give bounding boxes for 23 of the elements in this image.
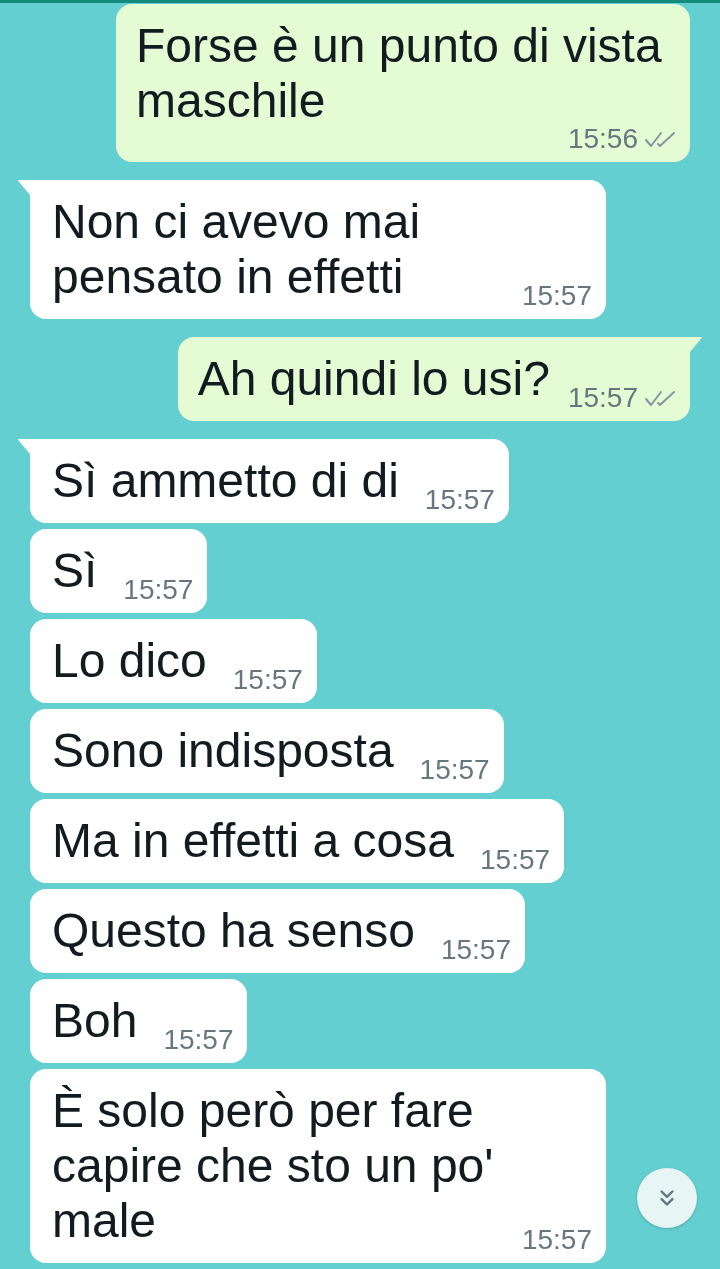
message-text: Forse è un punto di vista maschile bbox=[136, 19, 662, 127]
message-text: Questo ha senso bbox=[52, 904, 415, 957]
message-time: 15:57 bbox=[232, 669, 303, 691]
message-text: Lo dico bbox=[52, 634, 207, 687]
message-time: 15:56 bbox=[567, 128, 638, 150]
message-text: Sì ammetto di di bbox=[52, 454, 399, 507]
message-text: Non ci avevo mai pensato in effetti bbox=[52, 195, 421, 303]
message-time: 15:57 bbox=[123, 579, 194, 601]
message-text: Boh bbox=[52, 994, 138, 1047]
message-text: Sì bbox=[52, 544, 98, 597]
message-time: 15:57 bbox=[424, 489, 495, 511]
message-time: 15:57 bbox=[480, 849, 551, 871]
scroll-down-button[interactable] bbox=[637, 1168, 697, 1228]
message-text: Ah quindi lo usi? bbox=[197, 352, 550, 405]
message-text: È solo però per fare capire che sto un po' male bbox=[52, 1084, 494, 1247]
message-time: 15:57 bbox=[163, 1029, 234, 1051]
message-time: 15:57 bbox=[521, 285, 592, 307]
message-time: 15:57 bbox=[419, 759, 490, 781]
message-time: 15:57 bbox=[567, 387, 638, 409]
message-time: 15:57 bbox=[440, 939, 511, 961]
message-text: Ma in effetti a cosa bbox=[52, 814, 454, 867]
message-text: Sono indisposta bbox=[52, 724, 394, 777]
message-time: 15:57 bbox=[521, 1229, 592, 1251]
